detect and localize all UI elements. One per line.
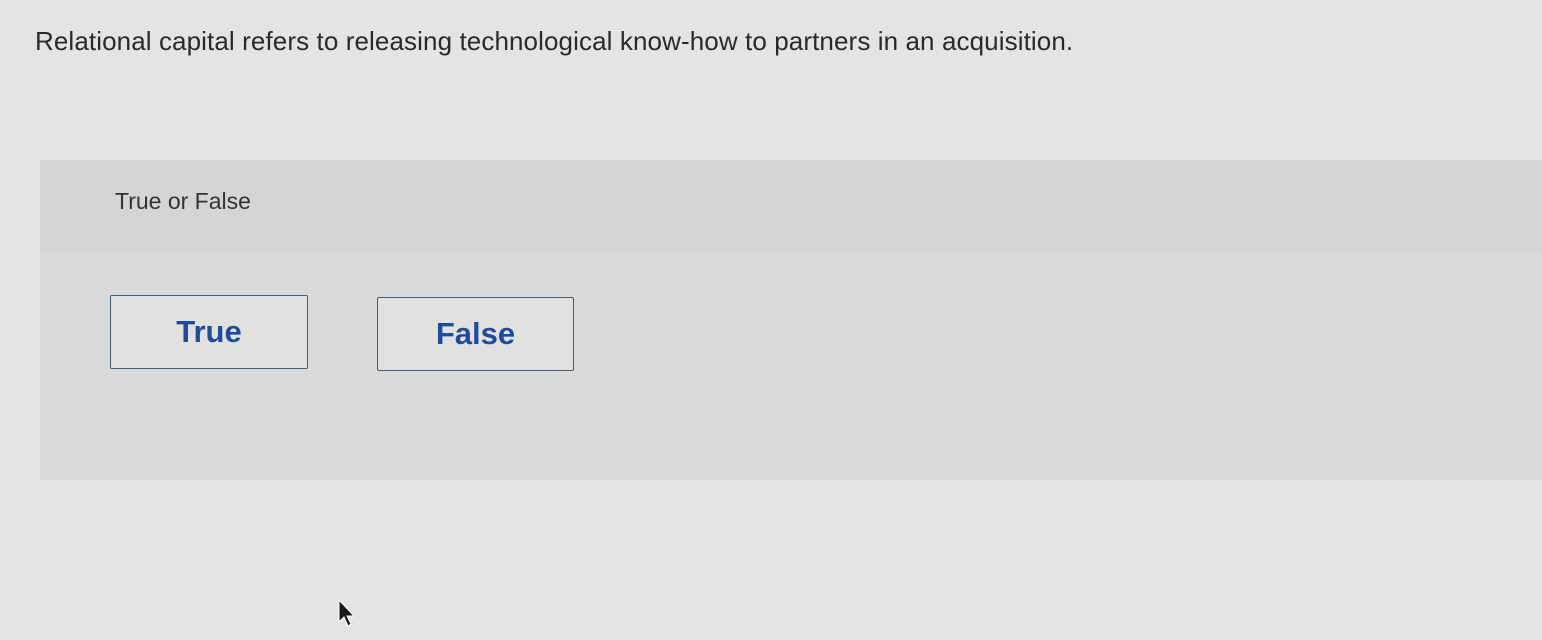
question-type-label: True or False (115, 188, 251, 214)
answer-panel-header: True or False (40, 160, 1542, 252)
answer-panel: True or False True False (40, 160, 1542, 480)
mouse-pointer-icon (338, 598, 356, 627)
true-answer-button[interactable]: True (110, 295, 308, 369)
false-answer-button[interactable]: False (377, 297, 574, 371)
question-text: Relational capital refers to releasing t… (35, 26, 1074, 56)
